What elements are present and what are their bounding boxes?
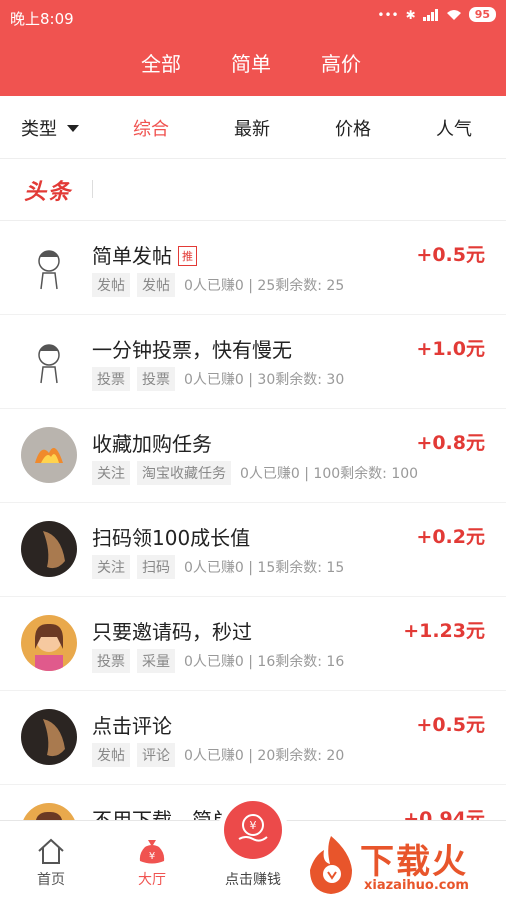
task-title: 扫码领100成长值 xyxy=(92,526,251,550)
headline-title: 头条 xyxy=(24,180,73,205)
task-tag: 采量 xyxy=(137,649,175,673)
more-dots-icon: ••• xyxy=(377,7,399,22)
filter-price[interactable]: 价格 xyxy=(335,115,371,141)
headline-section: 头条 xyxy=(0,158,506,221)
task-meta: 投票 采量 0人已赚0 | 16剩余数: 16 xyxy=(92,649,344,673)
home-icon xyxy=(38,838,64,864)
task-item[interactable]: 只要邀请码，秒过 +1.23元 投票 采量 0人已赚0 | 16剩余数: 16 xyxy=(0,597,506,691)
task-stats: 0人已赚0 | 20剩余数: 20 xyxy=(184,748,345,764)
task-title: 只要邀请码，秒过 xyxy=(92,620,252,644)
task-stats: 0人已赚0 | 25剩余数: 25 xyxy=(184,278,345,294)
task-tag: 投票 xyxy=(92,367,130,391)
status-icons: ••• ✱ 95 xyxy=(377,7,496,22)
task-reward: +1.23元 xyxy=(403,620,485,642)
earn-money-button[interactable]: ¥ xyxy=(224,801,282,859)
coin-hand-icon: ¥ xyxy=(238,814,268,842)
svg-text:¥: ¥ xyxy=(149,851,155,862)
task-meta: 关注 扫码 0人已赚0 | 15剩余数: 15 xyxy=(92,555,344,579)
avatar xyxy=(21,427,77,483)
task-stats: 0人已赚0 | 100剩余数: 100 xyxy=(240,466,419,482)
task-meta: 关注 淘宝收藏任务 0人已赚0 | 100剩余数: 100 xyxy=(92,461,418,485)
task-tag: 发帖 xyxy=(92,743,130,767)
nav-hall[interactable]: ¥ 大厅 xyxy=(130,821,174,889)
task-reward: +0.8元 xyxy=(416,432,485,454)
nav-hall-label: 大厅 xyxy=(138,872,166,888)
site-watermark: 下载火 xiazaihuo.com xyxy=(300,830,506,900)
avatar xyxy=(21,521,77,577)
task-title: 一分钟投票，快有慢无 xyxy=(92,338,292,362)
tab-high-price[interactable]: 高价 xyxy=(321,48,361,77)
task-item[interactable]: 扫码领100成长值 +0.2元 关注 扫码 0人已赚0 | 15剩余数: 15 xyxy=(0,503,506,597)
tab-simple[interactable]: 简单 xyxy=(231,48,271,77)
task-tag: 关注 xyxy=(92,461,130,485)
task-tag: 关注 xyxy=(92,555,130,579)
svg-text:¥: ¥ xyxy=(250,819,257,832)
caret-down-icon xyxy=(66,125,79,132)
bluetooth-icon: ✱ xyxy=(405,7,416,22)
filter-type-label: 类型 xyxy=(21,119,57,140)
earn-money-label: 点击赚钱 xyxy=(225,872,281,888)
filter-type-dropdown[interactable]: 类型 xyxy=(21,115,79,141)
watermark-domain: xiazaihuo.com xyxy=(364,878,469,893)
headline-divider xyxy=(92,180,93,198)
task-stats: 0人已赚0 | 15剩余数: 15 xyxy=(184,560,345,576)
wifi-icon xyxy=(446,9,461,20)
task-meta: 发帖 评论 0人已赚0 | 20剩余数: 20 xyxy=(92,743,344,767)
task-list: 简单发帖推 +0.5元 发帖 发帖 0人已赚0 | 25剩余数: 25 一分钟投… xyxy=(0,221,506,879)
money-bag-icon: ¥ xyxy=(139,840,165,864)
task-meta: 投票 投票 0人已赚0 | 30剩余数: 30 xyxy=(92,367,344,391)
top-tabs: 全部 简单 高价 xyxy=(0,34,506,96)
task-reward: +0.5元 xyxy=(416,714,485,736)
nav-home[interactable]: 首页 xyxy=(30,821,72,889)
task-title: 简单发帖推 xyxy=(92,240,197,269)
task-stats: 0人已赚0 | 30剩余数: 30 xyxy=(184,372,345,388)
filter-latest[interactable]: 最新 xyxy=(234,115,270,141)
task-reward: +1.0元 xyxy=(416,338,485,360)
task-reward: +0.5元 xyxy=(416,244,485,266)
task-title: 点击评论 xyxy=(92,714,172,738)
avatar xyxy=(21,333,77,389)
task-tag: 发帖 xyxy=(137,273,175,297)
flame-logo-icon xyxy=(310,836,352,894)
task-tag: 淘宝收藏任务 xyxy=(137,461,231,485)
task-tag: 扫码 xyxy=(137,555,175,579)
task-tag: 发帖 xyxy=(92,273,130,297)
task-item[interactable]: 收藏加购任务 +0.8元 关注 淘宝收藏任务 0人已赚0 | 100剩余数: 1… xyxy=(0,409,506,503)
filter-bar: 类型 综合 最新 价格 人气 xyxy=(0,96,506,159)
filter-popularity[interactable]: 人气 xyxy=(436,115,472,141)
watermark-brand: 下载火 xyxy=(360,842,468,882)
avatar xyxy=(21,239,77,295)
recommend-badge: 推 xyxy=(178,246,197,266)
task-stats: 0人已赚0 | 16剩余数: 16 xyxy=(184,654,345,670)
battery-indicator: 95 xyxy=(468,7,496,22)
tab-all[interactable]: 全部 xyxy=(141,48,181,77)
status-bar: 晚上8:09 ••• ✱ 95 xyxy=(0,0,506,34)
filter-comprehensive[interactable]: 综合 xyxy=(133,115,169,141)
status-time: 晚上8:09 xyxy=(10,10,74,28)
task-title: 收藏加购任务 xyxy=(92,432,212,456)
task-item[interactable]: 简单发帖推 +0.5元 发帖 发帖 0人已赚0 | 25剩余数: 25 xyxy=(0,221,506,315)
task-item[interactable]: 一分钟投票，快有慢无 +1.0元 投票 投票 0人已赚0 | 30剩余数: 30 xyxy=(0,315,506,409)
task-tag: 投票 xyxy=(92,649,130,673)
avatar xyxy=(21,615,77,671)
task-item[interactable]: 点击评论 +0.5元 发帖 评论 0人已赚0 | 20剩余数: 20 xyxy=(0,691,506,785)
nav-home-label: 首页 xyxy=(37,872,65,888)
task-reward: +0.2元 xyxy=(416,526,485,548)
task-tag: 投票 xyxy=(137,367,175,391)
avatar xyxy=(21,709,77,765)
task-meta: 发帖 发帖 0人已赚0 | 25剩余数: 25 xyxy=(92,273,344,297)
signal-icon xyxy=(422,8,438,21)
task-tag: 评论 xyxy=(137,743,175,767)
